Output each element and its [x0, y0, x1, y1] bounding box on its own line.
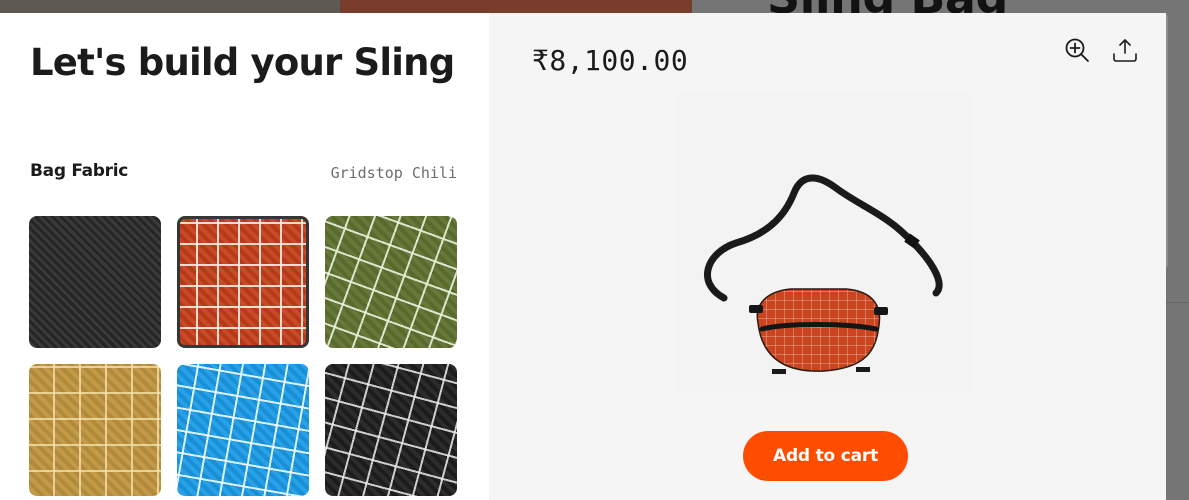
customizer-modal: Let's build your Sling Bag Fabric Gridst… — [0, 13, 1166, 500]
fabric-swatch-tan-grid[interactable] — [29, 364, 161, 496]
background-image-photo — [340, 0, 692, 14]
background-image-left — [0, 0, 340, 14]
fabric-swatch-grid — [29, 216, 459, 496]
preview-panel: ₹8,100.00 Add to cart — [489, 13, 1166, 500]
selected-ring — [177, 216, 309, 348]
option-selected-value: Gridstop Chili — [330, 164, 457, 182]
add-to-cart-button[interactable]: Add to cart — [743, 431, 908, 481]
fabric-swatch-blue-grid[interactable] — [177, 364, 309, 496]
modal-title: Let's build your Sling — [30, 41, 455, 84]
fabric-swatch-gridstop-chili[interactable] — [177, 216, 309, 348]
product-image — [676, 93, 972, 393]
zoom-button[interactable] — [1062, 35, 1092, 65]
fabric-swatch-black-grid[interactable] — [325, 364, 457, 496]
background-divider — [1166, 302, 1189, 303]
share-button[interactable] — [1110, 35, 1140, 65]
option-label-bag-fabric: Bag Fabric — [30, 161, 129, 181]
share-icon — [1113, 39, 1137, 62]
zoom-in-icon — [1065, 38, 1089, 62]
fabric-swatch-olive-grid[interactable] — [325, 216, 457, 348]
sling-bag-image — [704, 174, 943, 374]
options-panel: Let's build your Sling Bag Fabric Gridst… — [0, 13, 489, 500]
product-price: ₹8,100.00 — [532, 44, 689, 77]
fabric-swatch-black-weave[interactable] — [29, 216, 161, 348]
